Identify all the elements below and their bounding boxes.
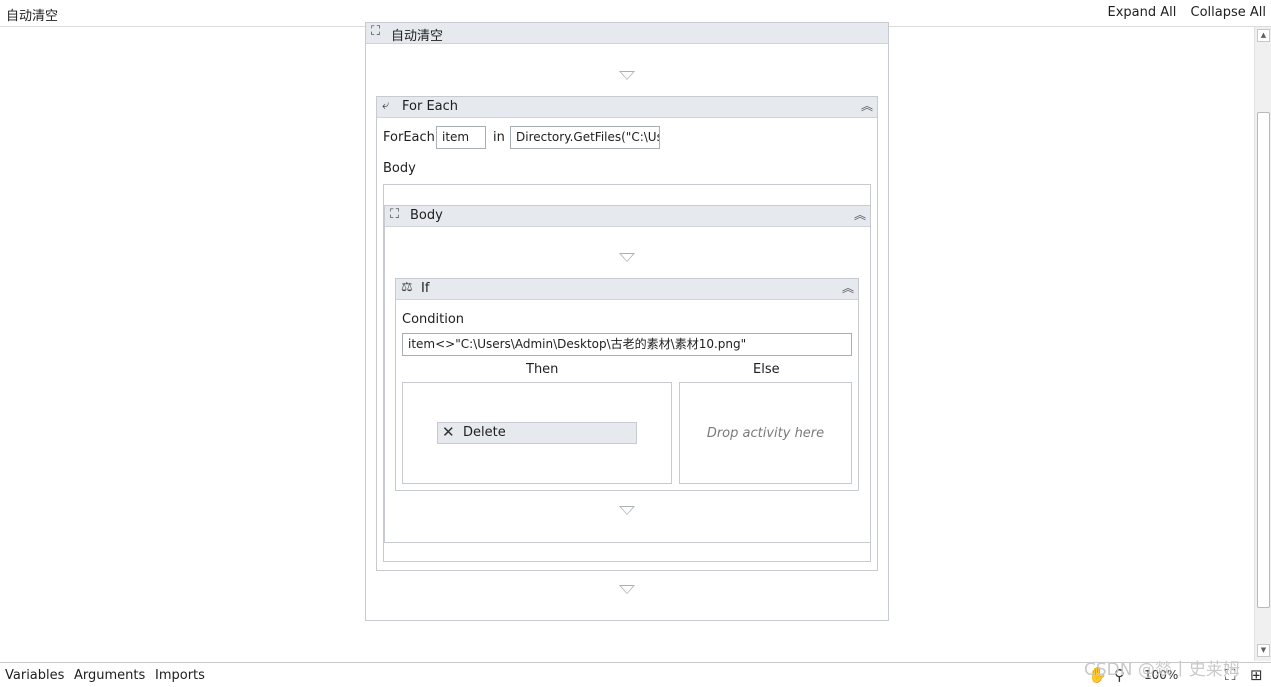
- if-activity[interactable]: ⚖ If ︽ Condition item<>"C:\Users\Admin\D…: [395, 278, 859, 491]
- drop-activity-hint: Drop activity here: [706, 426, 825, 441]
- double-chevron-up-icon[interactable]: ︽: [842, 279, 854, 296]
- vertical-scrollbar[interactable]: ▲ ▼: [1254, 27, 1271, 661]
- condition-field[interactable]: item<>"C:\Users\Admin\Desktop\古老的素材\素材10…: [402, 333, 852, 356]
- sequence-title: 自动清空: [391, 29, 444, 44]
- body-sequence-activity[interactable]: ⛶ Body ︽ ⚖ If ︽ Condition item<>"C:\User…: [384, 205, 871, 543]
- sequence-activity[interactable]: ⛶ 自动清空 ⤶ For Each ︽ ForEach item in Dire…: [365, 22, 889, 621]
- expand-collapse-links: Expand All Collapse All: [1097, 5, 1266, 20]
- breadcrumb-title[interactable]: 自动清空: [6, 5, 58, 24]
- sequence-header[interactable]: ⛶ 自动清空: [366, 23, 888, 44]
- variables-tab[interactable]: Variables: [5, 668, 64, 683]
- overview-map-icon[interactable]: ⊞: [1250, 666, 1263, 684]
- then-branch[interactable]: ✕ Delete: [402, 382, 672, 484]
- imports-tab[interactable]: Imports: [155, 668, 205, 683]
- foreach-activity[interactable]: ⤶ For Each ︽ ForEach item in Directory.G…: [376, 96, 878, 571]
- body-sequence-title: Body: [410, 208, 443, 223]
- if-icon: ⚖: [401, 280, 413, 295]
- designer-footer: Variables Arguments Imports ✋ ⚲ 100% ⛶ ⊞: [0, 662, 1271, 687]
- foreach-item-field[interactable]: item: [436, 126, 486, 149]
- in-label: in: [493, 130, 505, 145]
- scroll-up-icon[interactable]: ▲: [1257, 29, 1270, 42]
- csdn-watermark: CSDN @燚丨史莱姆: [1084, 660, 1240, 680]
- delete-title: Delete: [463, 425, 506, 440]
- foreach-header[interactable]: ⤶ For Each ︽: [377, 97, 877, 118]
- arguments-tab[interactable]: Arguments: [74, 668, 145, 683]
- foreach-body-container[interactable]: ⛶ Body ︽ ⚖ If ︽ Condition item<>"C:\User…: [383, 184, 871, 562]
- sequence-icon: ⛶: [371, 24, 381, 39]
- delete-activity[interactable]: ✕ Delete: [437, 422, 637, 444]
- if-title: If: [421, 281, 430, 296]
- drop-arrow-icon[interactable]: [619, 585, 635, 594]
- foreach-label: ForEach: [383, 130, 435, 145]
- drop-arrow-icon[interactable]: [619, 253, 635, 262]
- scroll-thumb[interactable]: [1257, 112, 1270, 608]
- double-chevron-up-icon[interactable]: ︽: [854, 206, 866, 223]
- body-label: Body: [383, 161, 416, 176]
- double-chevron-up-icon[interactable]: ︽: [861, 97, 873, 114]
- foreach-title: For Each: [402, 99, 459, 114]
- delete-x-icon: ✕: [442, 423, 455, 441]
- if-header[interactable]: ⚖ If ︽: [396, 279, 858, 300]
- drop-arrow-icon[interactable]: [619, 506, 635, 515]
- condition-label: Condition: [402, 312, 465, 327]
- expand-all-link[interactable]: Expand All: [1107, 5, 1176, 20]
- drop-arrow-icon[interactable]: [619, 71, 635, 80]
- foreach-icon: ⤶: [382, 98, 390, 113]
- else-branch[interactable]: Drop activity here: [679, 382, 852, 484]
- body-sequence-header[interactable]: ⛶ Body ︽: [385, 206, 870, 227]
- collapse-all-link[interactable]: Collapse All: [1191, 5, 1267, 20]
- then-label: Then: [526, 362, 559, 377]
- sequence-icon: ⛶: [390, 207, 400, 222]
- scroll-down-icon[interactable]: ▼: [1257, 644, 1270, 657]
- else-label: Else: [753, 362, 780, 377]
- foreach-values-field[interactable]: Directory.GetFiles("C:\Us: [510, 126, 660, 149]
